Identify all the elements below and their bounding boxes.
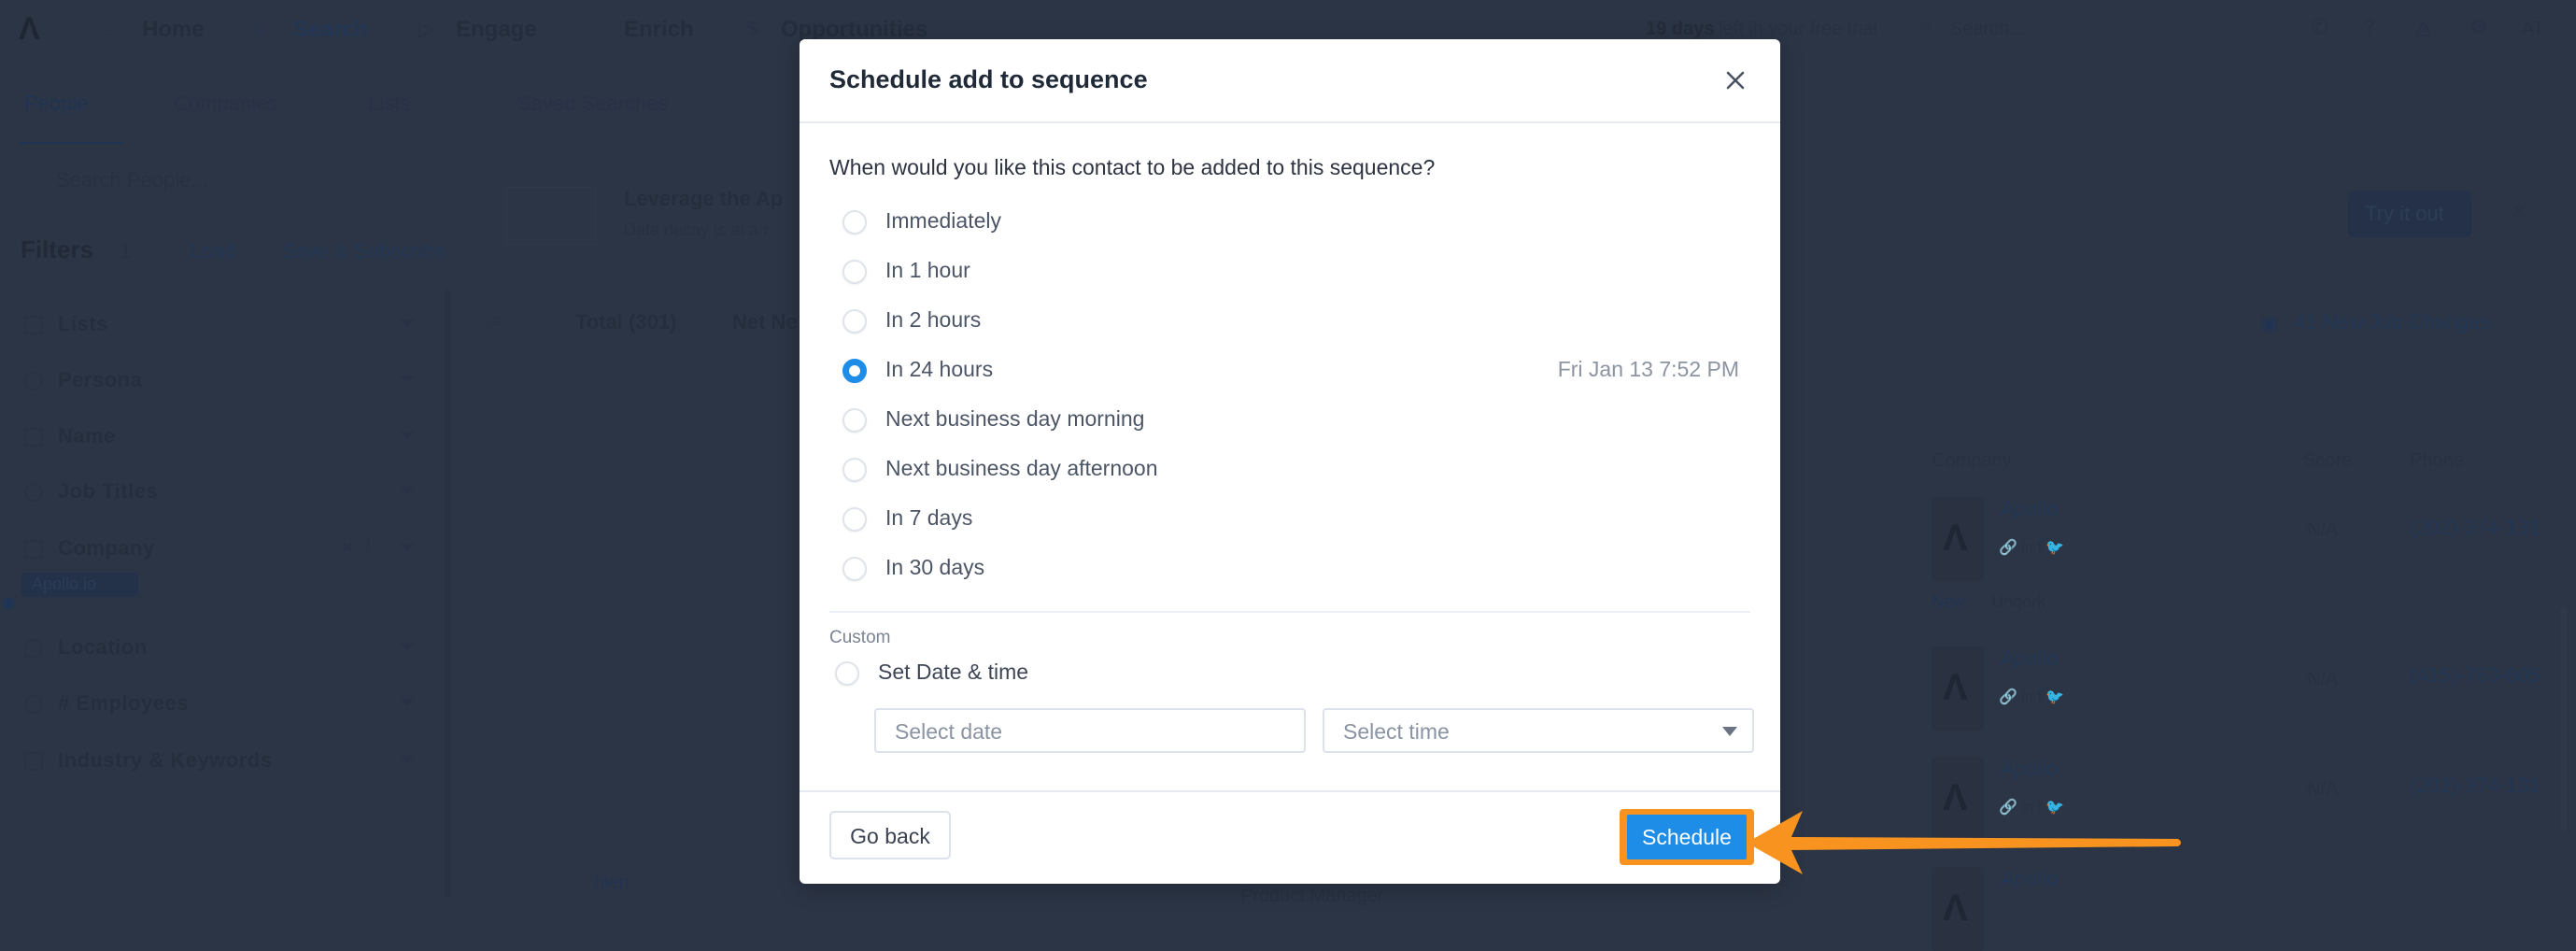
radio-button-selected[interactable] xyxy=(842,359,867,383)
option-in-24-hours[interactable]: In 24 hours Fri Jan 13 7:52 PM xyxy=(842,353,1739,390)
option-label: In 7 days xyxy=(885,505,973,530)
custom-section-label: Custom xyxy=(829,628,891,647)
modal-title: Schedule add to sequence xyxy=(829,65,1148,93)
footer-divider xyxy=(800,790,1780,792)
scheduled-datetime: Fri Jan 13 7:52 PM xyxy=(1557,357,1739,381)
option-in-30-days[interactable]: In 30 days xyxy=(842,551,1739,589)
radio-button[interactable] xyxy=(835,661,859,686)
radio-button[interactable] xyxy=(842,408,867,433)
go-back-button[interactable]: Go back xyxy=(829,811,951,859)
option-in-1-hour[interactable]: In 1 hour xyxy=(842,254,1739,291)
time-placeholder: Select time xyxy=(1343,719,1450,744)
option-label: In 2 hours xyxy=(885,307,982,332)
radio-button[interactable] xyxy=(842,309,867,334)
date-placeholder: Select date xyxy=(895,719,1003,744)
option-next-business-morning[interactable]: Next business day morning xyxy=(842,403,1739,440)
section-divider xyxy=(829,611,1750,613)
option-label: Set Date & time xyxy=(878,660,1029,684)
modal-header: Schedule add to sequence xyxy=(800,39,1780,123)
radio-button[interactable] xyxy=(842,507,867,532)
schedule-button[interactable]: Schedule xyxy=(1627,815,1747,859)
option-label: Immediately xyxy=(885,208,1001,233)
option-immediately[interactable]: Immediately xyxy=(842,205,1739,242)
go-back-label: Go back xyxy=(850,824,930,848)
radio-button[interactable] xyxy=(842,557,867,581)
radio-button[interactable] xyxy=(842,458,867,482)
option-in-7-days[interactable]: In 7 days xyxy=(842,502,1739,539)
option-custom-datetime[interactable]: Set Date & time xyxy=(835,656,1115,693)
option-label: Next business day morning xyxy=(885,406,1145,431)
close-icon xyxy=(1726,71,1745,90)
option-label: In 24 hours xyxy=(885,357,994,381)
option-next-business-afternoon[interactable]: Next business day afternoon xyxy=(842,452,1739,490)
schedule-question: When would you like this contact to be a… xyxy=(829,155,1436,179)
option-label: In 1 hour xyxy=(885,258,970,282)
time-select[interactable]: Select time xyxy=(1323,708,1754,753)
schedule-label: Schedule xyxy=(1642,825,1732,849)
radio-button[interactable] xyxy=(842,210,867,234)
option-label: In 30 days xyxy=(885,555,985,579)
radio-button[interactable] xyxy=(842,260,867,284)
option-in-2-hours[interactable]: In 2 hours xyxy=(842,304,1739,341)
schedule-modal: Schedule add to sequence When would you … xyxy=(800,39,1780,884)
option-label: Next business day afternoon xyxy=(885,456,1158,480)
date-input[interactable]: Select date xyxy=(874,708,1306,753)
close-button[interactable] xyxy=(1719,64,1752,97)
caret-down-icon xyxy=(1722,727,1737,736)
